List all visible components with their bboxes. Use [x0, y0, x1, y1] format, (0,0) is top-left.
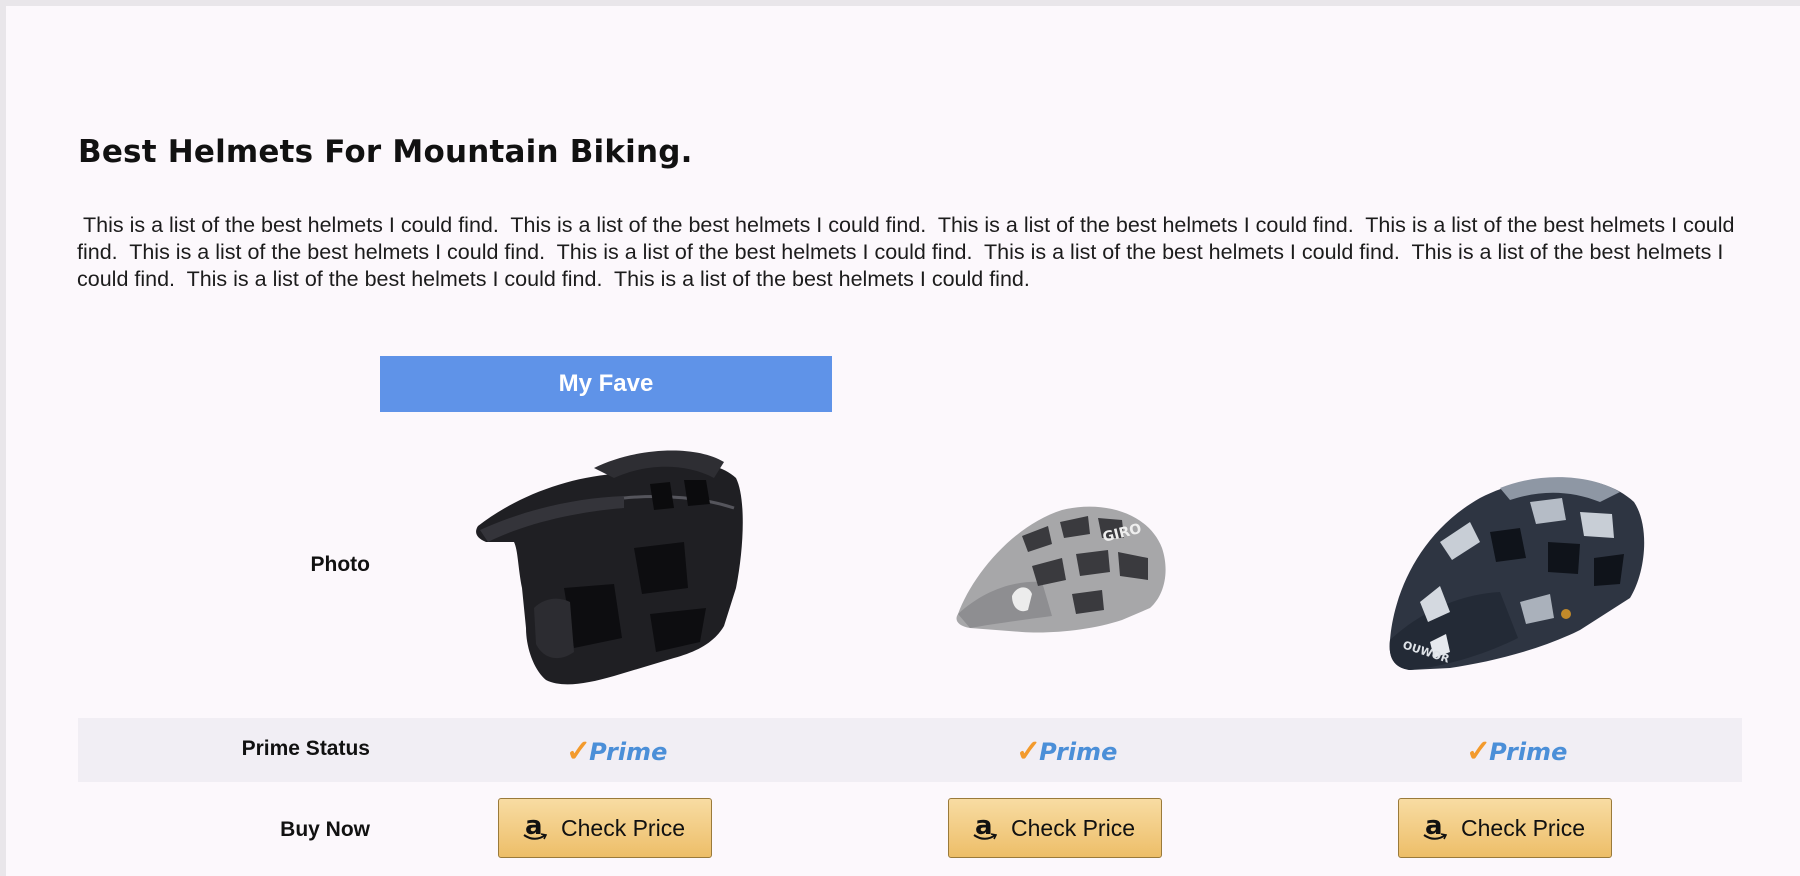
- prime-check-icon: ✓: [566, 735, 592, 768]
- prime-badge-3: ✓ Prime: [1466, 735, 1568, 768]
- page-title: Best Helmets For Mountain Biking.: [78, 134, 693, 170]
- full-face-mtb-helmet-icon[interactable]: [474, 438, 750, 690]
- amazon-logo-icon: a: [1423, 813, 1447, 843]
- check-price-button-2[interactable]: a Check Price: [948, 798, 1162, 858]
- row-label-photo: Photo: [310, 553, 370, 576]
- intro-paragraph: This is a list of the best helmets I cou…: [77, 213, 1741, 291]
- amazon-logo-icon: a: [523, 813, 547, 843]
- amazon-logo-icon: a: [973, 813, 997, 843]
- check-price-label: Check Price: [1011, 814, 1135, 841]
- row-label-buy-now: Buy Now: [280, 818, 370, 841]
- prime-check-icon: ✓: [1016, 735, 1042, 768]
- grey-trail-helmet-icon[interactable]: GIRO: [952, 496, 1172, 634]
- page: Best Helmets For Mountain Biking. This i…: [6, 6, 1800, 876]
- my-fave-banner: My Fave: [380, 356, 832, 412]
- check-price-button-3[interactable]: a Check Price: [1398, 798, 1612, 858]
- prime-check-icon: ✓: [1466, 735, 1492, 768]
- camo-trail-helmet-icon[interactable]: OUWOR: [1380, 462, 1650, 674]
- prime-badge-2: ✓ Prime: [1016, 735, 1118, 768]
- check-price-label: Check Price: [561, 814, 685, 841]
- row-label-prime-status: Prime Status: [241, 737, 370, 760]
- check-price-label: Check Price: [1461, 814, 1585, 841]
- prime-badge-1: ✓ Prime: [566, 735, 668, 768]
- check-price-button-1[interactable]: a Check Price: [498, 798, 712, 858]
